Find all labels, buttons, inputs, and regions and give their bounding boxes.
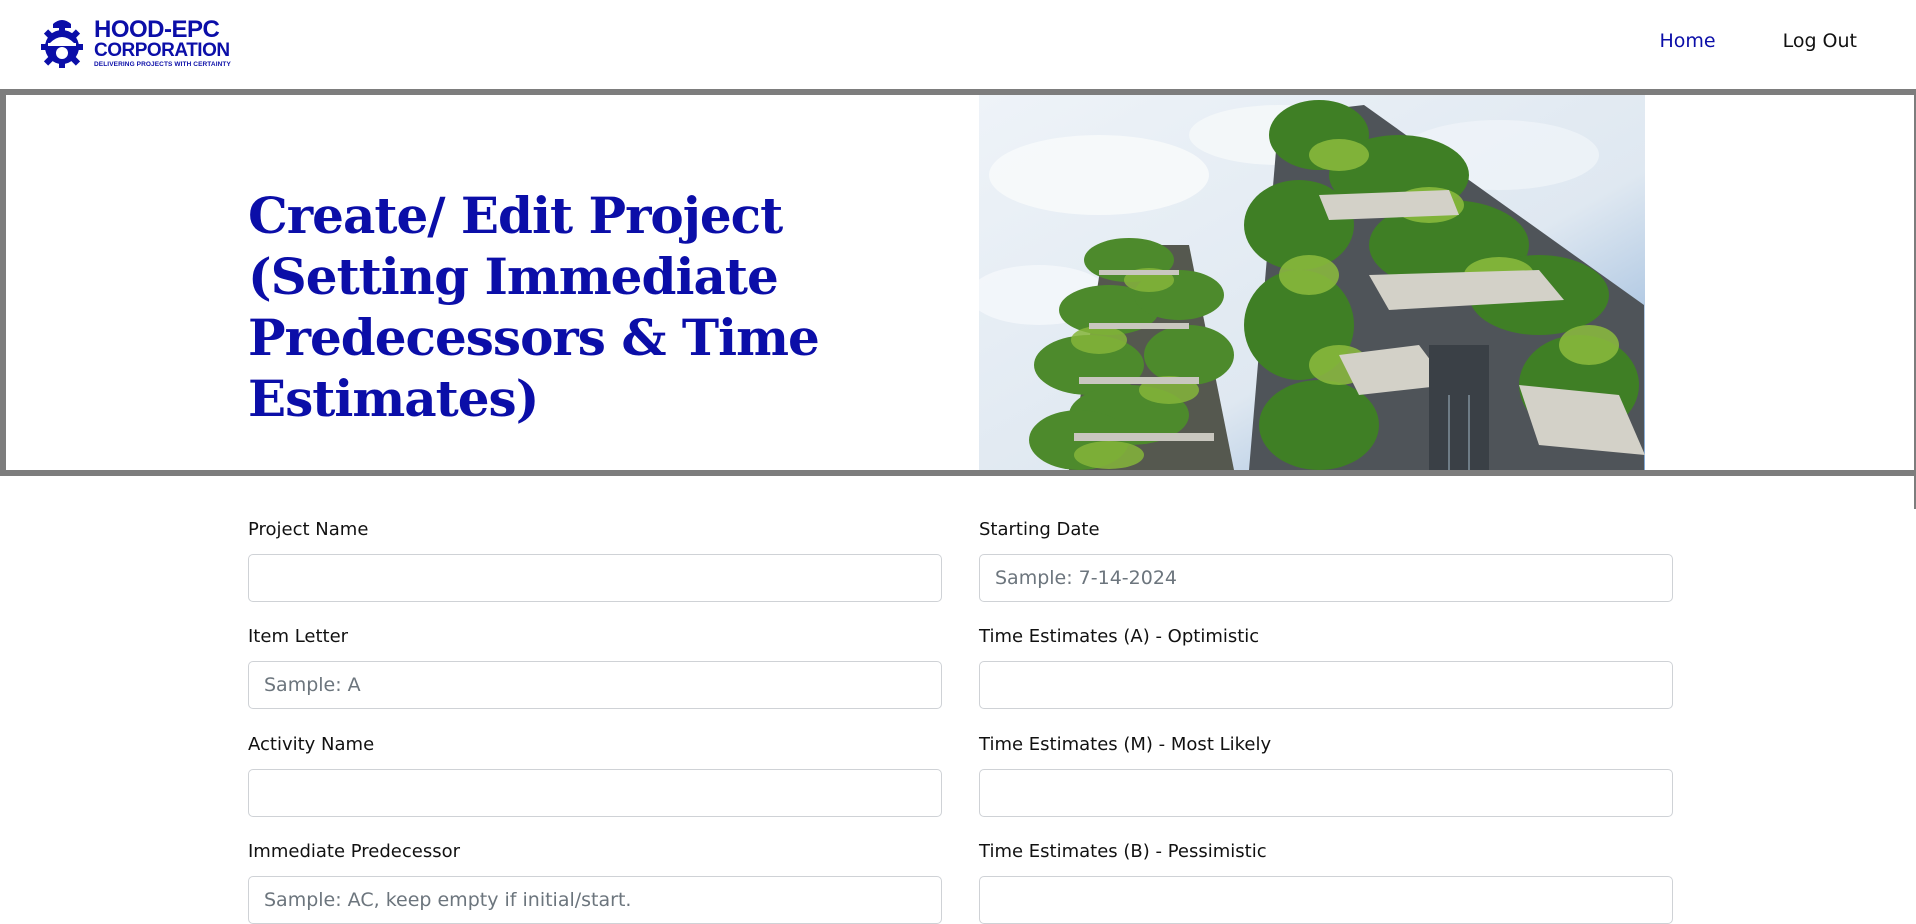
- optimistic-estimate-input[interactable]: [979, 661, 1673, 709]
- immediate-predecessor-input[interactable]: [248, 876, 942, 924]
- item-letter-input[interactable]: [248, 661, 942, 709]
- gear-helmet-icon: [41, 20, 83, 68]
- pessimistic-estimate-label: Time Estimates (B) - Pessimistic: [979, 841, 1267, 862]
- top-navbar: HOOD-EPC CORPORATION DELIVERING PROJECTS…: [0, 0, 1916, 90]
- brand-name-line1: HOOD-EPC: [94, 15, 220, 43]
- starting-date-label: Starting Date: [979, 519, 1100, 540]
- nav-logout-link[interactable]: Log Out: [1783, 30, 1857, 52]
- nav-home-link[interactable]: Home: [1659, 30, 1715, 52]
- main-nav: Home Log Out: [1659, 30, 1857, 52]
- activity-name-field: Activity Name: [248, 733, 942, 817]
- most-likely-estimate-label: Time Estimates (M) - Most Likely: [979, 734, 1272, 755]
- project-name-field: Project Name: [248, 518, 942, 602]
- brand-tagline: DELIVERING PROJECTS WITH CERTAINTY: [94, 60, 231, 68]
- page-title: Create/ Edit Project (Setting Immediate …: [248, 186, 820, 428]
- most-likely-estimate-field: Time Estimates (M) - Most Likely: [979, 733, 1673, 817]
- starting-date-field: Starting Date: [979, 518, 1673, 602]
- pessimistic-estimate-field: Time Estimates (B) - Pessimistic: [979, 840, 1673, 924]
- brand-logo[interactable]: HOOD-EPC CORPORATION DELIVERING PROJECTS…: [36, 16, 231, 70]
- activity-name-input[interactable]: [248, 769, 942, 817]
- green-towers-photo-icon: [979, 95, 1645, 470]
- optimistic-estimate-field: Time Estimates (A) - Optimistic: [979, 625, 1673, 709]
- pessimistic-estimate-input[interactable]: [979, 876, 1673, 924]
- brand-name-line2: CORPORATION: [94, 39, 230, 61]
- activity-name-label: Activity Name: [248, 734, 375, 755]
- optimistic-estimate-label: Time Estimates (A) - Optimistic: [979, 626, 1260, 647]
- hero-banner: Create/ Edit Project (Setting Immediate …: [0, 89, 1916, 476]
- item-letter-field: Item Letter: [248, 625, 942, 709]
- starting-date-input[interactable]: [979, 554, 1673, 602]
- project-name-label: Project Name: [248, 519, 369, 540]
- immediate-predecessor-label: Immediate Predecessor: [248, 841, 461, 862]
- most-likely-estimate-input[interactable]: [979, 769, 1673, 817]
- hero-image: [979, 95, 1645, 470]
- item-letter-label: Item Letter: [248, 626, 349, 647]
- immediate-predecessor-field: Immediate Predecessor: [248, 840, 942, 924]
- project-name-input[interactable]: [248, 554, 942, 602]
